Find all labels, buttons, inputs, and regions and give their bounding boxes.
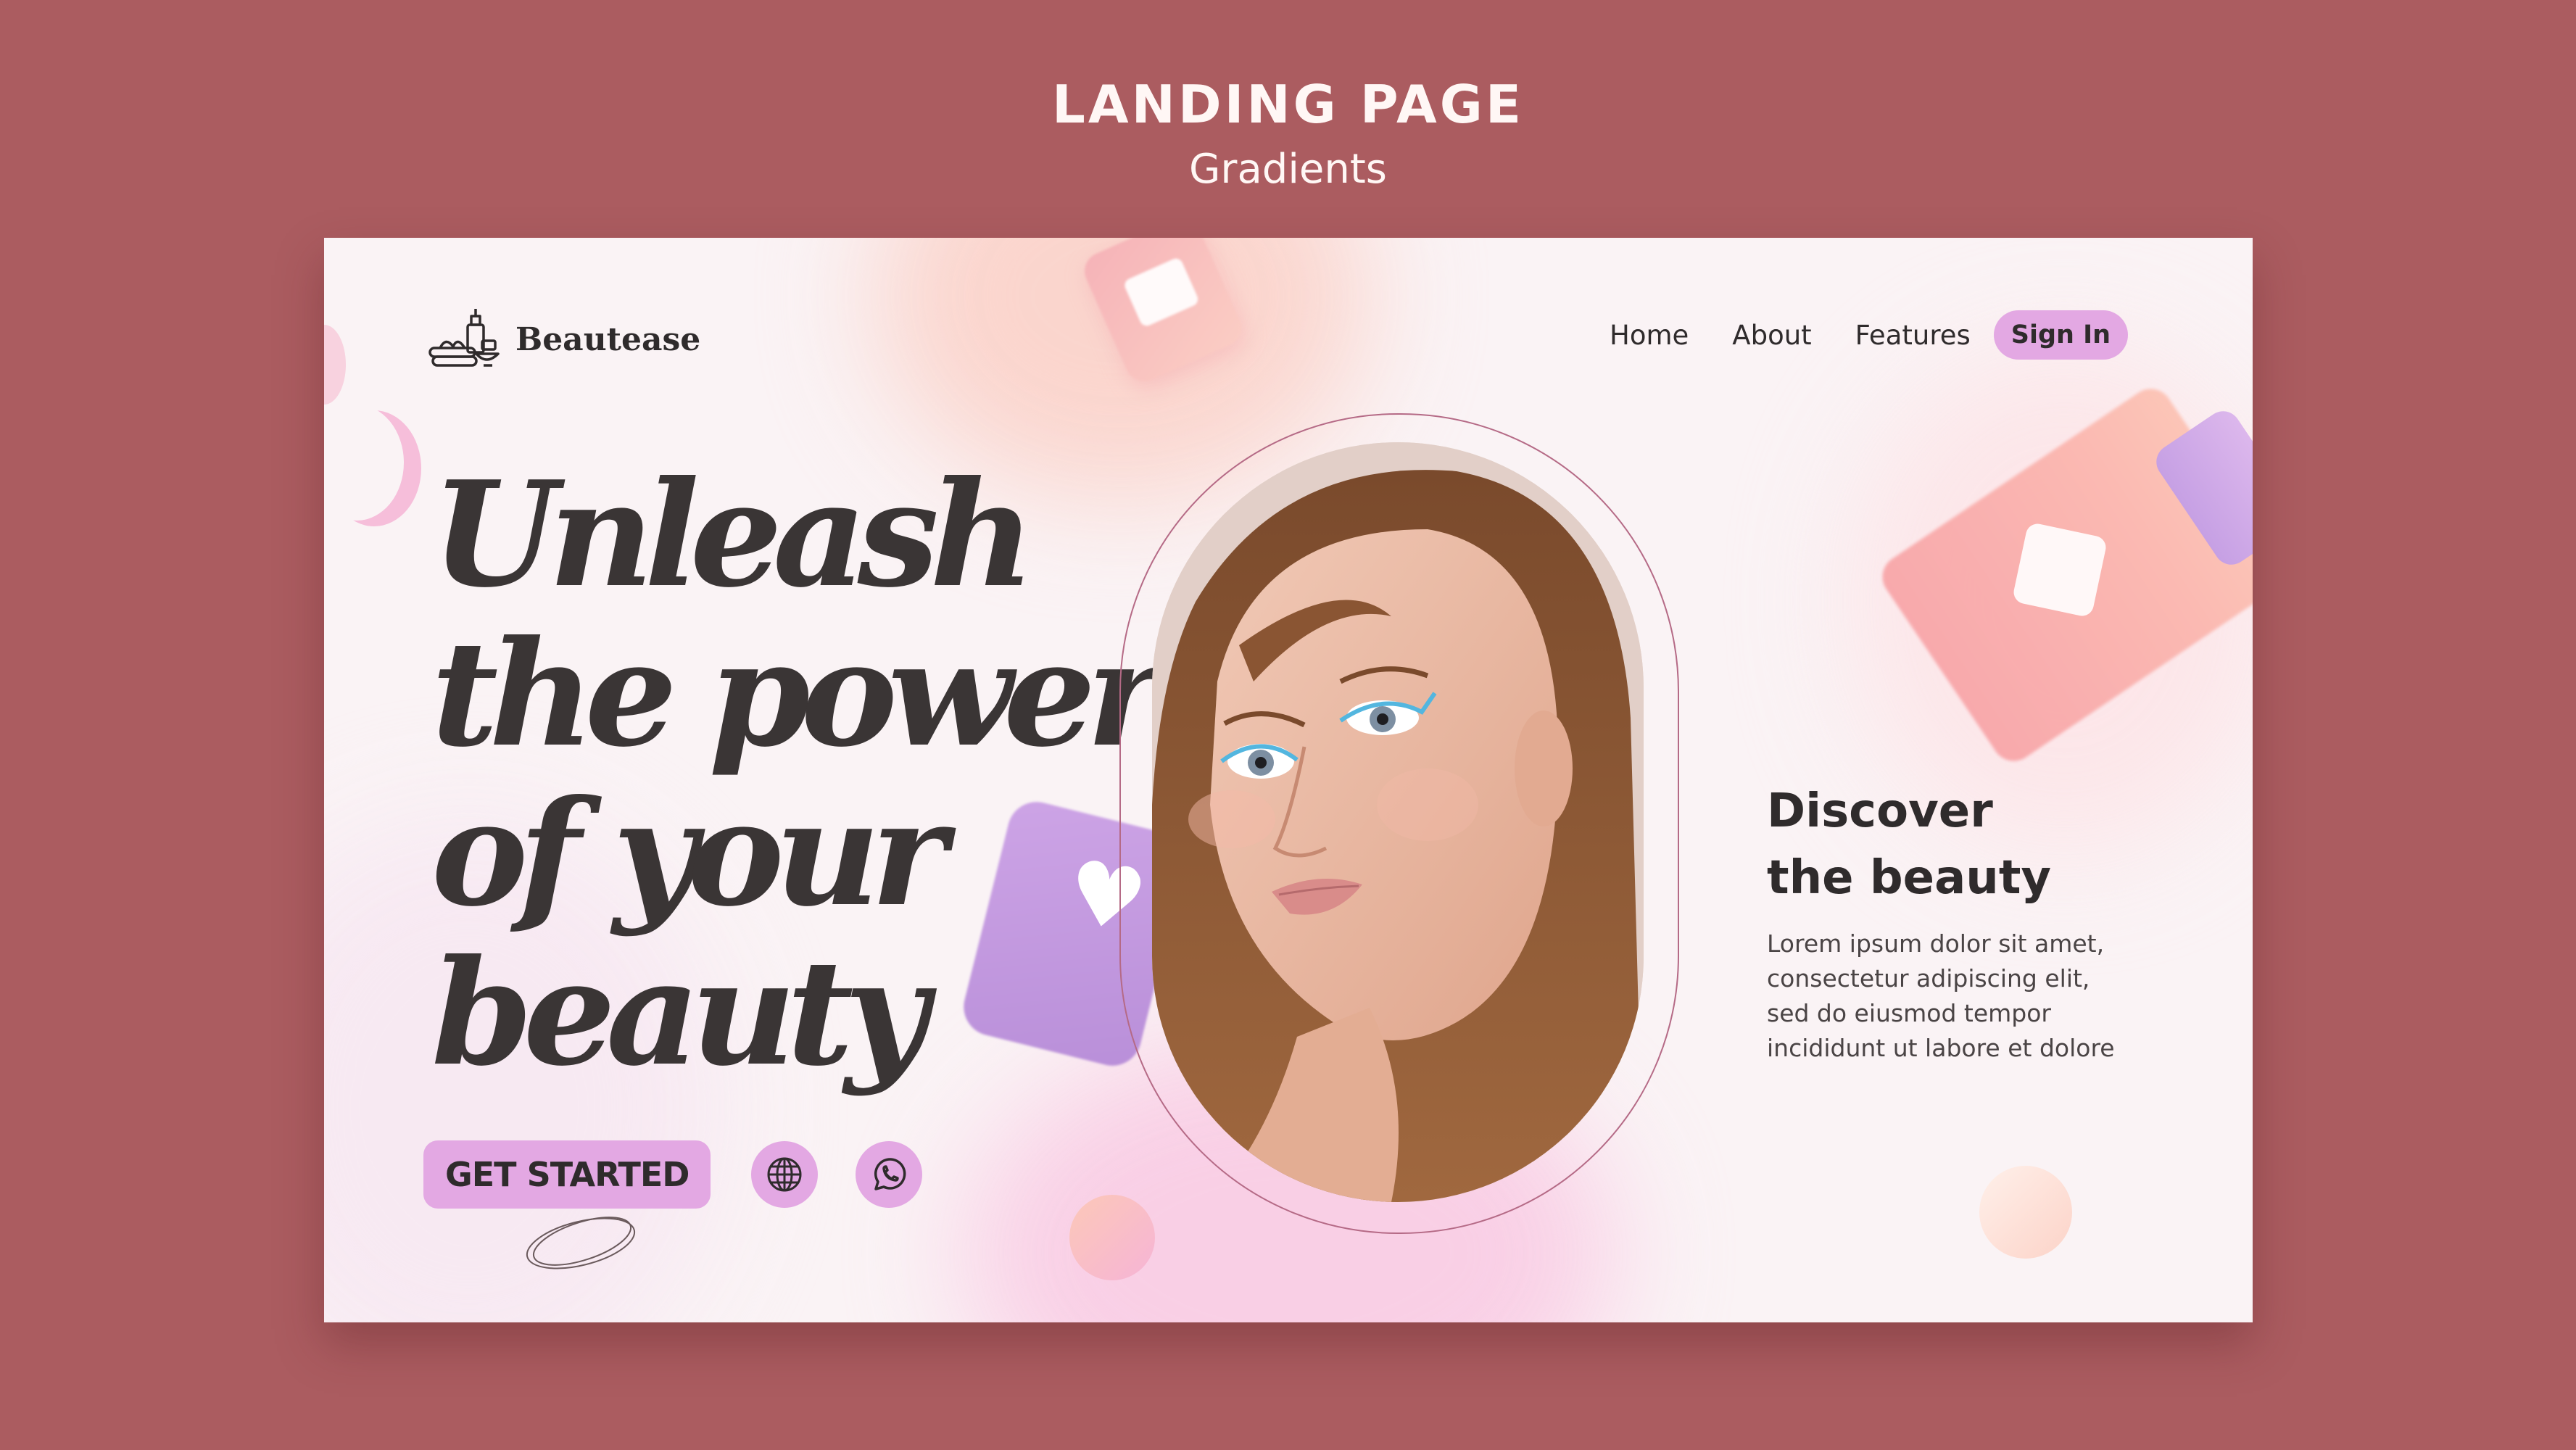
tube-label-decoration (2011, 521, 2108, 618)
model-portrait-photo (1152, 442, 1644, 1202)
description-line: incididunt ut labore et dolore (1767, 1034, 2115, 1062)
page-subheading: Gradients (1189, 146, 1387, 193)
nav-home-link[interactable]: Home (1610, 320, 1689, 351)
discover-description: Lorem ipsum dolor sit amet, consectetur … (1767, 927, 2231, 1066)
pink-blob-decoration (324, 325, 346, 405)
crescent-decoration (324, 405, 404, 521)
hero-headline: Unleash the power of your beauty (431, 450, 1163, 1098)
discover-heading: Discover the beauty (1767, 778, 2051, 911)
brand-name: Beautease (515, 320, 701, 358)
description-line: sed do eiusmod tempor (1767, 999, 2052, 1027)
hero-line: beauty (431, 928, 929, 1098)
nav-features-link[interactable]: Features (1855, 320, 1971, 351)
whatsapp-button[interactable] (856, 1141, 923, 1208)
globe-icon (767, 1157, 802, 1192)
description-line: consectetur adipiscing elit, (1767, 964, 2090, 993)
ring-doodle-decoration (526, 1217, 636, 1269)
get-started-button[interactable]: GET STARTED (423, 1140, 711, 1209)
globe-button[interactable] (751, 1141, 819, 1208)
description-line: Lorem ipsum dolor sit amet, (1767, 929, 2105, 958)
gradient-sphere-decoration (1069, 1195, 1155, 1280)
hero-line: Unleash (431, 450, 1035, 620)
portrait-illustration (1152, 442, 1644, 1202)
sign-in-button[interactable]: Sign In (1993, 310, 2129, 360)
nav-about-link[interactable]: About (1732, 320, 1811, 351)
spa-products-icon (428, 309, 500, 367)
brand-logo[interactable]: Beautease (426, 303, 700, 376)
page-heading: LANDING PAGE (1052, 74, 1524, 135)
hero-line: the power (431, 609, 1163, 779)
peach-sphere-decoration (1979, 1166, 2072, 1259)
main-nav: Home About Features Sign In (1610, 310, 2129, 360)
discover-heading-line: Discover (1767, 784, 1993, 838)
discover-heading-line: the beauty (1767, 851, 2052, 905)
hero-line: of your (431, 768, 947, 939)
landing-card: ♥ Beautease Home About Features Sign In … (324, 238, 2253, 1322)
cta-row: GET STARTED (423, 1140, 923, 1209)
whatsapp-icon (874, 1158, 906, 1190)
